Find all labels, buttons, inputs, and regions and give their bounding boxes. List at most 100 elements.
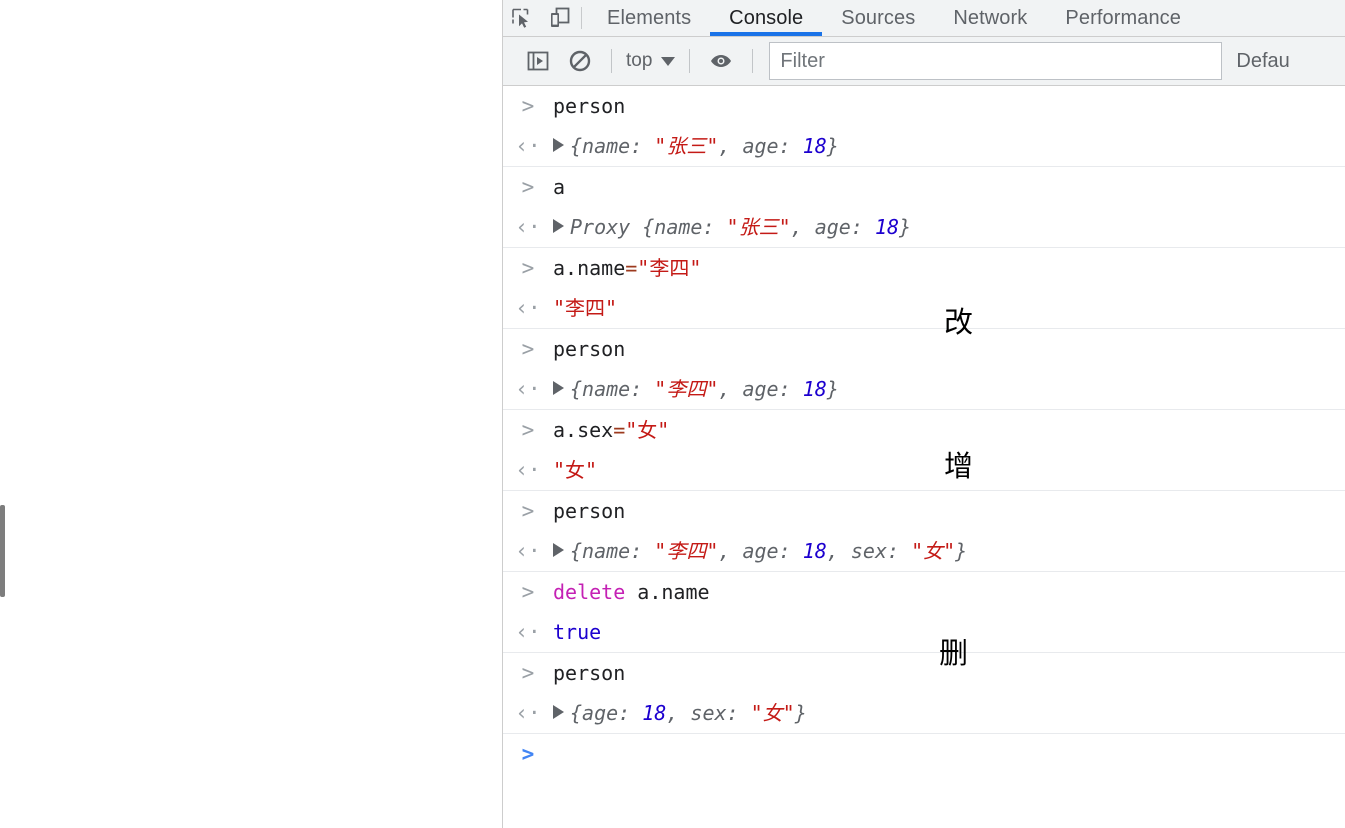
console-message-group: > person ‹· {age: 18, sex: "女"} <box>503 653 1345 734</box>
execution-context-label: top <box>626 50 653 71</box>
console-input-line[interactable]: > person <box>503 491 1345 531</box>
tab-console[interactable]: Console <box>710 0 823 36</box>
console-output-text: {name: "李四", age: 18, sex: "女"} <box>553 535 1345 567</box>
inspect-element-icon[interactable] <box>503 0 541 36</box>
console-output-text: {age: 18, sex: "女"} <box>553 697 1345 729</box>
toolbar-divider <box>689 49 691 73</box>
console-input-line[interactable]: > a.sex="女" <box>503 410 1345 450</box>
console-input-line[interactable]: > person <box>503 329 1345 369</box>
clear-console-icon[interactable] <box>559 41 601 81</box>
console-input-line[interactable]: > delete a.name <box>503 572 1345 612</box>
console-output-line[interactable]: ‹· "李四" <box>503 288 1345 328</box>
tab-label: Network <box>953 6 1028 29</box>
input-prompt-icon: > <box>521 661 535 685</box>
annotation-add: 增 <box>944 449 974 483</box>
console-input-text: a <box>553 171 1345 203</box>
token-plain: a.sex <box>553 418 614 442</box>
tab-performance[interactable]: Performance <box>1046 0 1200 36</box>
expand-triangle-icon[interactable] <box>553 219 564 233</box>
token-plain: person <box>553 499 626 523</box>
token-kw: delete <box>553 580 626 604</box>
filter-placeholder: Filter <box>780 49 825 72</box>
console-sidebar-toggle-icon[interactable] <box>517 41 559 81</box>
token-obj: , age: <box>718 539 803 563</box>
console-output-line[interactable]: ‹· {age: 18, sex: "女"} <box>503 693 1345 733</box>
output-result-icon: ‹· <box>515 539 541 563</box>
console-message-group: > a.sex="女" ‹· "女" <box>503 410 1345 491</box>
expand-triangle-icon[interactable] <box>553 705 564 719</box>
console-input-text: a.sex="女" <box>553 414 1345 446</box>
console-message-list: > person ‹· {name: "张三", age: 18} > a ‹· Proxy … <box>503 86 1345 774</box>
output-result-icon: ‹· <box>515 377 541 401</box>
console-output-line[interactable]: ‹· {name: "李四", age: 18} <box>503 369 1345 409</box>
console-prompt-line[interactable]: > <box>503 734 1345 774</box>
console-output-text: Proxy {name: "张三", age: 18} <box>553 211 1345 243</box>
prompt-caret-icon: > <box>521 742 535 766</box>
token-obj: {name: <box>570 134 655 158</box>
token-string: "张三" <box>654 134 719 158</box>
console-output-line[interactable]: ‹· "女" <box>503 450 1345 490</box>
token-obj: , sex: <box>666 701 751 725</box>
console-input-line[interactable]: > person <box>503 653 1345 693</box>
token-obj: } <box>899 215 912 239</box>
token-plain: a.name <box>625 580 710 604</box>
token-obj: {name: <box>570 539 655 563</box>
input-prompt-icon: > <box>521 256 535 280</box>
token-obj: } <box>794 701 807 725</box>
console-output-line[interactable]: ‹· {name: "张三", age: 18} <box>503 126 1345 166</box>
annotation-modify: 改 <box>944 305 974 339</box>
input-prompt-icon: > <box>521 580 535 604</box>
output-result-icon: ‹· <box>515 701 541 725</box>
console-prompt-row[interactable]: > <box>503 734 1345 774</box>
console-input-line[interactable]: > person <box>503 86 1345 126</box>
token-plain: person <box>553 661 626 685</box>
token-string: "张三" <box>726 215 791 239</box>
token-number: 18 <box>874 215 900 239</box>
token-plain: a <box>553 175 566 199</box>
token-number: 18 <box>802 377 827 401</box>
tab-label: Elements <box>607 6 692 29</box>
token-eq: = <box>625 256 638 280</box>
console-output-line[interactable]: ‹· {name: "李四", age: 18, sex: "女"} <box>503 531 1345 571</box>
token-string: "女" <box>750 701 795 725</box>
tab-sources[interactable]: Sources <box>822 0 934 36</box>
expand-triangle-icon[interactable] <box>553 138 564 152</box>
console-input-text: person <box>553 495 1345 527</box>
console-input-line[interactable]: > a.name="李四" <box>503 248 1345 288</box>
token-number: 18 <box>802 539 827 563</box>
page-scrollbar[interactable] <box>0 0 6 828</box>
token-string: "女" <box>553 458 598 482</box>
expand-triangle-icon[interactable] <box>553 381 564 395</box>
log-levels-selector[interactable]: Defau <box>1236 50 1289 73</box>
tab-network[interactable]: Network <box>934 0 1046 36</box>
token-string: "李四" <box>654 377 719 401</box>
tab-elements[interactable]: Elements <box>588 0 710 36</box>
console-output-line[interactable]: ‹· Proxy {name: "张三", age: 18} <box>503 207 1345 247</box>
log-levels-label: Defau <box>1236 49 1290 72</box>
input-prompt-icon: > <box>521 175 535 199</box>
output-result-icon: ‹· <box>515 134 541 158</box>
token-string: "女" <box>625 418 670 442</box>
annotation-delete: 删 <box>939 636 969 670</box>
console-input-line[interactable]: > a <box>503 167 1345 207</box>
token-string: "李四" <box>553 296 618 320</box>
device-toolbar-icon[interactable] <box>541 0 579 36</box>
filter-input[interactable]: Filter <box>769 42 1223 80</box>
token-cls: Proxy <box>570 215 643 239</box>
live-expression-eye-icon[interactable] <box>700 41 742 81</box>
token-obj: , age: <box>718 134 803 158</box>
screen: Elements Console Sources Network Perform… <box>0 0 1345 828</box>
tab-label: Console <box>729 6 804 29</box>
token-string: "女" <box>911 539 956 563</box>
output-result-icon: ‹· <box>515 296 541 320</box>
expand-triangle-icon[interactable] <box>553 543 564 557</box>
token-plain: person <box>553 94 626 118</box>
token-obj: , sex: <box>826 539 912 563</box>
page-scrollbar-thumb[interactable] <box>0 505 5 597</box>
tab-label: Sources <box>841 6 916 29</box>
console-output-line[interactable]: ‹· true <box>503 612 1345 652</box>
console-message-group: > a.name="李四" ‹· "李四" <box>503 248 1345 329</box>
output-result-icon: ‹· <box>515 620 541 644</box>
token-obj: } <box>826 377 839 401</box>
execution-context-selector[interactable]: top <box>622 50 679 72</box>
